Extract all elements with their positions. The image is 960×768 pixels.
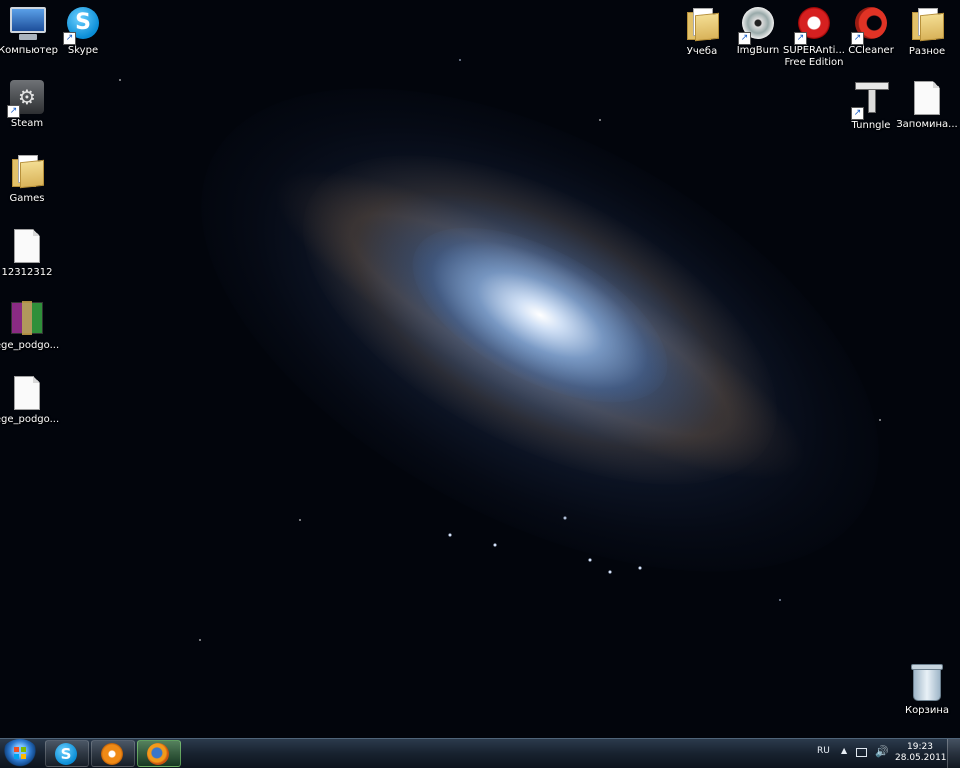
- shortcut-arrow-icon: ↗: [851, 107, 864, 120]
- desktop-icon-games[interactable]: Games: [0, 152, 62, 205]
- desktop-icon-label: ege_podgo...: [0, 340, 60, 351]
- taskbar-vlc-button[interactable]: [91, 740, 135, 767]
- clock-time: 19:23: [907, 742, 933, 752]
- desktop-icon-label: Запомина...: [896, 119, 958, 130]
- clock-date: 28.05.2011: [895, 753, 947, 763]
- desktop-icon-recycle-bin[interactable]: Корзина: [892, 664, 960, 717]
- wallpaper-galaxy: [0, 0, 960, 738]
- recycle-bin-icon: [909, 664, 945, 703]
- taskbar-firefox-button[interactable]: [137, 740, 181, 767]
- firefox-icon: [147, 743, 169, 765]
- desktop-icon-ege-archive[interactable]: ege_podgo...: [0, 299, 62, 352]
- document-icon: [9, 229, 45, 265]
- shortcut-arrow-icon: ↗: [7, 105, 20, 118]
- desktop-icon-label: Games: [9, 193, 45, 204]
- document-icon: [909, 81, 945, 117]
- tray-clock[interactable]: 19:23 28.05.2011: [895, 742, 947, 764]
- folder-icon: [9, 155, 45, 191]
- vlc-icon: [101, 743, 123, 765]
- tray-overflow-icon[interactable]: ▲: [841, 746, 847, 755]
- tunngle-icon: ↗: [851, 82, 889, 120]
- start-button[interactable]: [2, 739, 38, 768]
- shortcut-arrow-icon: ↗: [63, 32, 76, 45]
- shortcut-arrow-icon: ↗: [851, 32, 864, 45]
- ccleaner-icon: ↗: [851, 7, 889, 45]
- folder-icon: [684, 8, 720, 44]
- folder-icon: [909, 8, 945, 44]
- desktop-icon-ege-document[interactable]: ege_podgo...: [0, 374, 62, 426]
- windows-logo-icon: [14, 747, 26, 759]
- desktop-icon-label: Skype: [67, 45, 99, 56]
- desktop-icon-label: 12312312: [1, 267, 53, 278]
- superantispyware-icon: ↗: [794, 7, 832, 45]
- network-icon[interactable]: [856, 748, 867, 757]
- desktop-icon-steam[interactable]: ⚙ ↗ Steam: [0, 79, 62, 130]
- shortcut-arrow-icon: ↗: [794, 32, 807, 45]
- language-indicator[interactable]: RU: [817, 746, 830, 756]
- desktop-icon-label: Steam: [10, 118, 44, 129]
- skype-icon: S: [55, 743, 77, 765]
- desktop-icon-12312312[interactable]: 12312312: [0, 227, 62, 279]
- skype-icon: S ↗: [63, 7, 101, 45]
- shortcut-arrow-icon: ↗: [738, 32, 751, 45]
- taskbar-skype-button[interactable]: S: [45, 740, 89, 767]
- desktop-icon-label: Корзина: [904, 705, 950, 716]
- show-desktop-button[interactable]: [947, 739, 960, 768]
- desktop-icon-label: Разное: [908, 46, 946, 57]
- disc-icon: ↗: [738, 7, 776, 45]
- desktop-icon-label: ege_podgo...: [0, 414, 60, 425]
- desktop-icon-raznoe[interactable]: Разное: [892, 5, 960, 58]
- desktop-icon-skype[interactable]: S ↗ Skype: [48, 5, 118, 57]
- document-icon: [9, 376, 45, 412]
- taskbar: S RU ▲ 🔊 19:23 28.05.2011: [0, 738, 960, 768]
- computer-icon: [10, 7, 46, 43]
- desktop[interactable]: Компьютер S ↗ Skype ⚙ ↗ Steam Games 1231…: [0, 0, 960, 768]
- winrar-archive-icon: [9, 301, 45, 338]
- desktop-icon-zapomina[interactable]: Запомина...: [892, 79, 960, 131]
- volume-icon[interactable]: 🔊: [875, 745, 889, 758]
- steam-icon: ⚙ ↗: [7, 80, 45, 118]
